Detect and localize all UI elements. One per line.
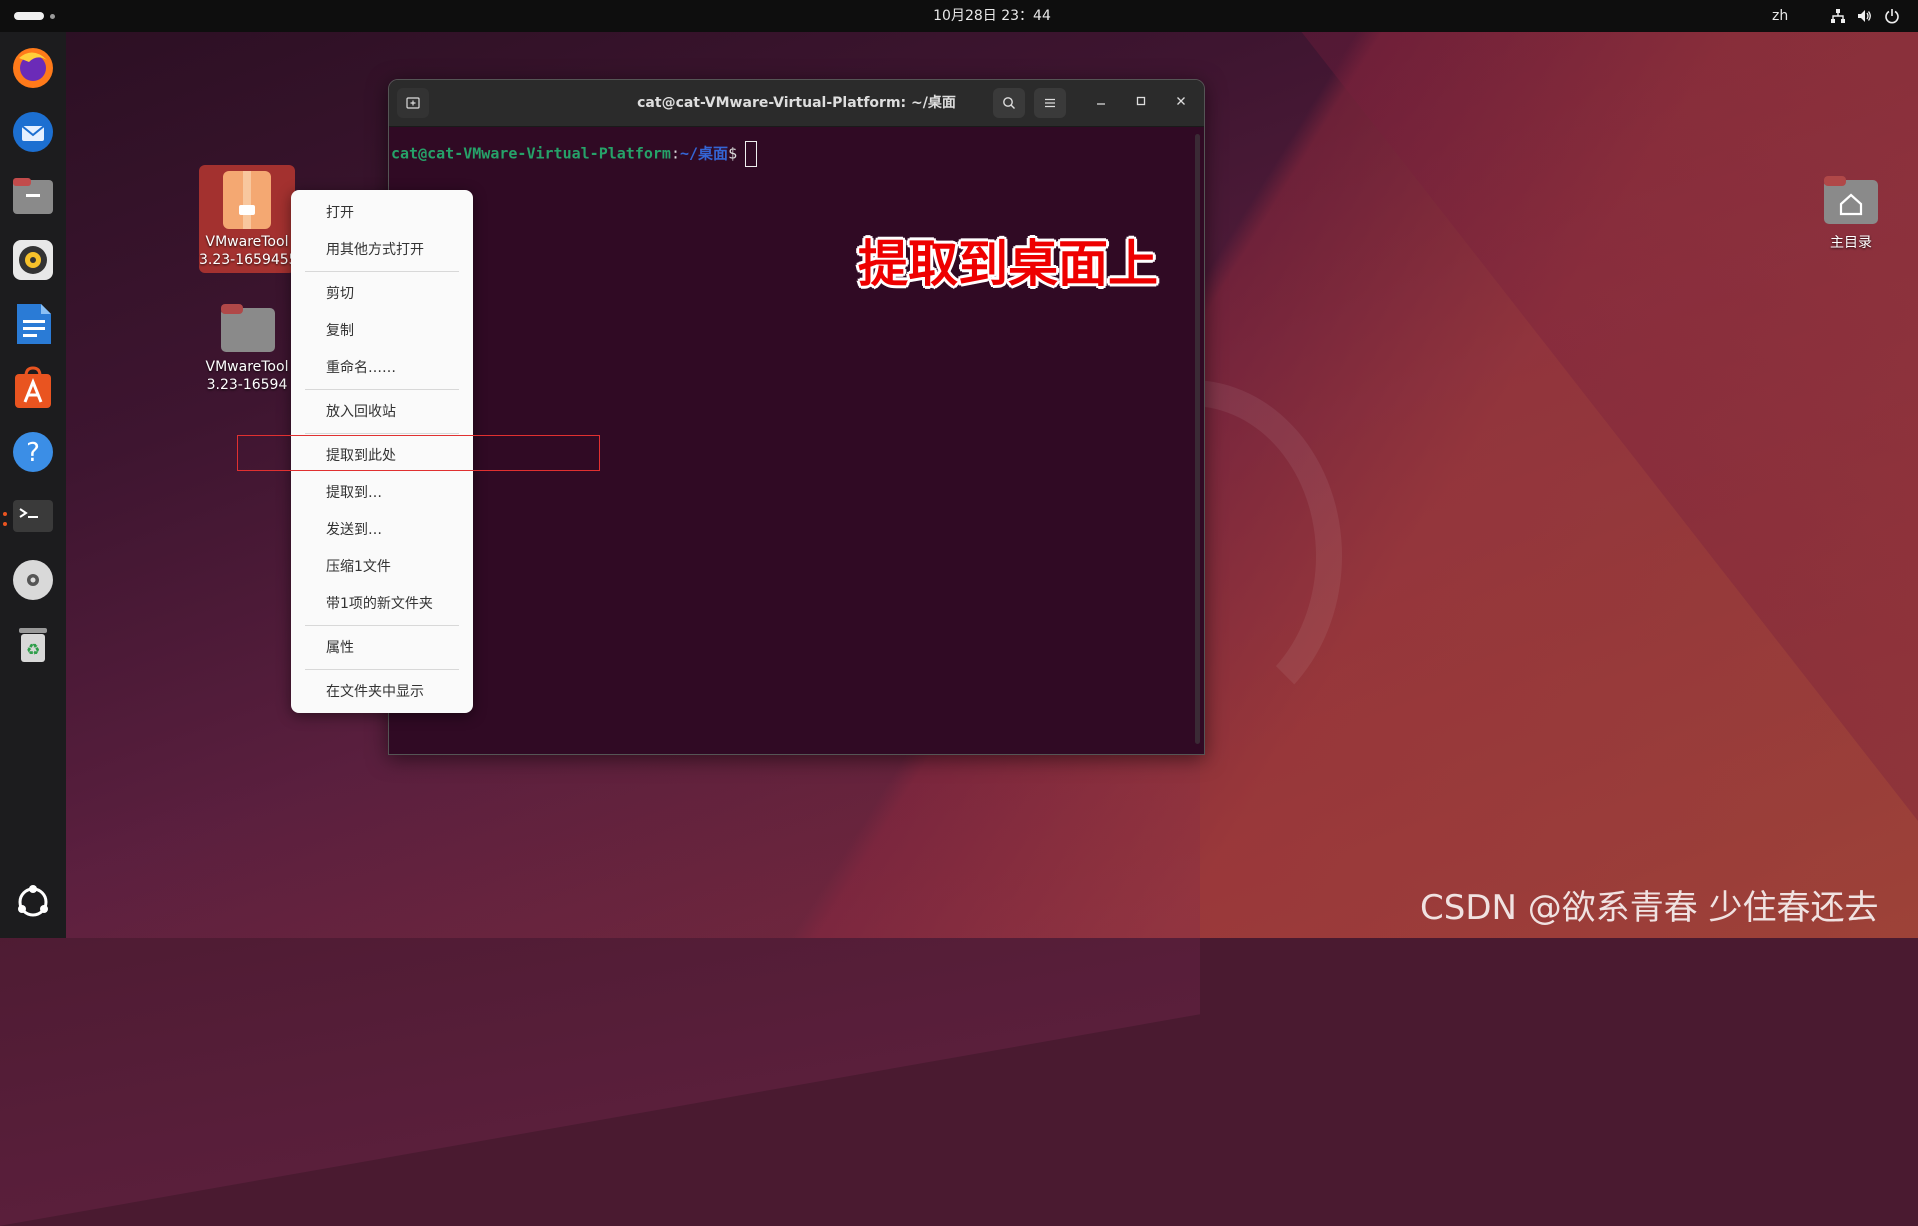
svg-text:?: ? xyxy=(26,438,40,468)
menu-item-copy[interactable]: 复制 xyxy=(291,316,473,346)
desktop-home-folder[interactable]: 主目录 xyxy=(1806,172,1896,252)
files-icon[interactable] xyxy=(9,172,57,220)
workspace-indicator[interactable] xyxy=(50,14,55,19)
search-icon xyxy=(1003,97,1015,109)
menu-separator xyxy=(305,669,459,670)
window-title: cat@cat-VMware-Virtual-Platform: ~/桌面 xyxy=(637,95,956,111)
dock: ? ♻ xyxy=(0,32,66,938)
desktop-icon-label: 主目录 xyxy=(1830,235,1872,251)
desktop-archive-file[interactable]: VMwareTool 3.23-1659455 xyxy=(199,165,295,273)
terminal-window[interactable]: cat@cat-VMware-Virtual-Platform: ~/桌面 ca… xyxy=(388,79,1205,755)
activities-button[interactable] xyxy=(14,12,44,20)
menu-item-cut[interactable]: 剪切 xyxy=(291,279,473,309)
menu-separator xyxy=(305,389,459,390)
thunderbird-icon[interactable] xyxy=(9,108,57,156)
watermark: CSDN @欲系青春 少住春还去 xyxy=(1420,888,1879,928)
close-icon xyxy=(1177,97,1185,105)
search-button[interactable] xyxy=(993,88,1025,118)
network-icon[interactable] xyxy=(1830,8,1846,24)
prompt-path: ~/桌面 xyxy=(680,144,729,163)
firefox-icon[interactable] xyxy=(9,44,57,92)
menu-item-extract-to[interactable]: 提取到… xyxy=(291,478,473,508)
desktop-folder[interactable]: VMwareTool 3.23-16594 xyxy=(199,298,295,394)
menu-item-properties[interactable]: 属性 xyxy=(291,633,473,663)
folder-icon xyxy=(221,304,275,352)
menu-item-move-to-trash[interactable]: 放入回收站 xyxy=(291,397,473,427)
desktop-icon-label: VMwareTool xyxy=(205,234,289,250)
running-indicator xyxy=(3,512,7,516)
prompt-symbol: $ xyxy=(728,144,738,163)
desktop-icon-label: 3.23-1659455 xyxy=(199,252,295,268)
maximize-button[interactable] xyxy=(1129,91,1153,115)
prompt-user-host: cat@cat-VMware-Virtual-Platform xyxy=(391,144,671,163)
menu-item-rename[interactable]: 重命名…… xyxy=(291,353,473,383)
desktop-icon-label: VMwareTool xyxy=(205,359,289,375)
volume-icon[interactable] xyxy=(1856,8,1872,24)
menu-separator xyxy=(305,625,459,626)
terminal-scrollbar[interactable] xyxy=(1195,134,1200,744)
home-folder-icon xyxy=(1824,176,1878,224)
close-button[interactable] xyxy=(1169,91,1193,115)
archive-icon xyxy=(223,171,271,229)
menu-item-send-to[interactable]: 发送到… xyxy=(291,515,473,545)
minimize-icon xyxy=(1097,103,1105,105)
menu-item-new-folder-with-selection[interactable]: 带1项的新文件夹 xyxy=(291,589,473,619)
input-method-indicator[interactable]: zh xyxy=(1772,0,1788,32)
dvd-icon[interactable] xyxy=(9,556,57,604)
menu-separator xyxy=(305,433,459,434)
shell-prompt: cat@cat-VMware-Virtual-Platform:~/桌面$ xyxy=(391,141,758,167)
menu-item-compress[interactable]: 压缩1文件 xyxy=(291,552,473,582)
new-tab-button[interactable] xyxy=(397,88,429,118)
show-apps-icon[interactable] xyxy=(9,878,57,926)
top-bar: 10月28日 23：44 zh xyxy=(0,0,1918,32)
menu-item-open[interactable]: 打开 xyxy=(291,198,473,228)
app-center-icon[interactable] xyxy=(9,364,57,412)
menu-item-open-with[interactable]: 用其他方式打开 xyxy=(291,235,473,265)
new-tab-icon xyxy=(406,97,420,109)
power-icon[interactable] xyxy=(1884,8,1900,24)
clock[interactable]: 10月28日 23：44 xyxy=(900,0,1084,32)
running-indicator xyxy=(3,522,7,526)
rhythmbox-icon[interactable] xyxy=(9,236,57,284)
desktop-icon-label: 3.23-16594 xyxy=(206,377,288,393)
help-icon[interactable]: ? xyxy=(9,428,57,476)
trash-icon[interactable]: ♻ xyxy=(9,620,57,668)
writer-icon[interactable] xyxy=(9,300,57,348)
prompt-separator: : xyxy=(670,144,680,163)
annotation-highlight-box xyxy=(237,435,600,471)
menu-button[interactable] xyxy=(1034,88,1066,118)
svg-text:♻: ♻ xyxy=(26,640,40,659)
menu-separator xyxy=(305,271,459,272)
maximize-icon xyxy=(1136,96,1146,106)
hamburger-icon xyxy=(1045,98,1055,108)
text-cursor xyxy=(745,141,758,167)
menu-item-show-in-folder[interactable]: 在文件夹中显示 xyxy=(291,677,473,707)
minimize-button[interactable] xyxy=(1089,91,1113,115)
terminal-header-bar[interactable]: cat@cat-VMware-Virtual-Platform: ~/桌面 xyxy=(389,80,1204,127)
terminal-icon[interactable] xyxy=(9,492,57,540)
annotation-text: 提取到桌面上 xyxy=(858,235,1158,293)
